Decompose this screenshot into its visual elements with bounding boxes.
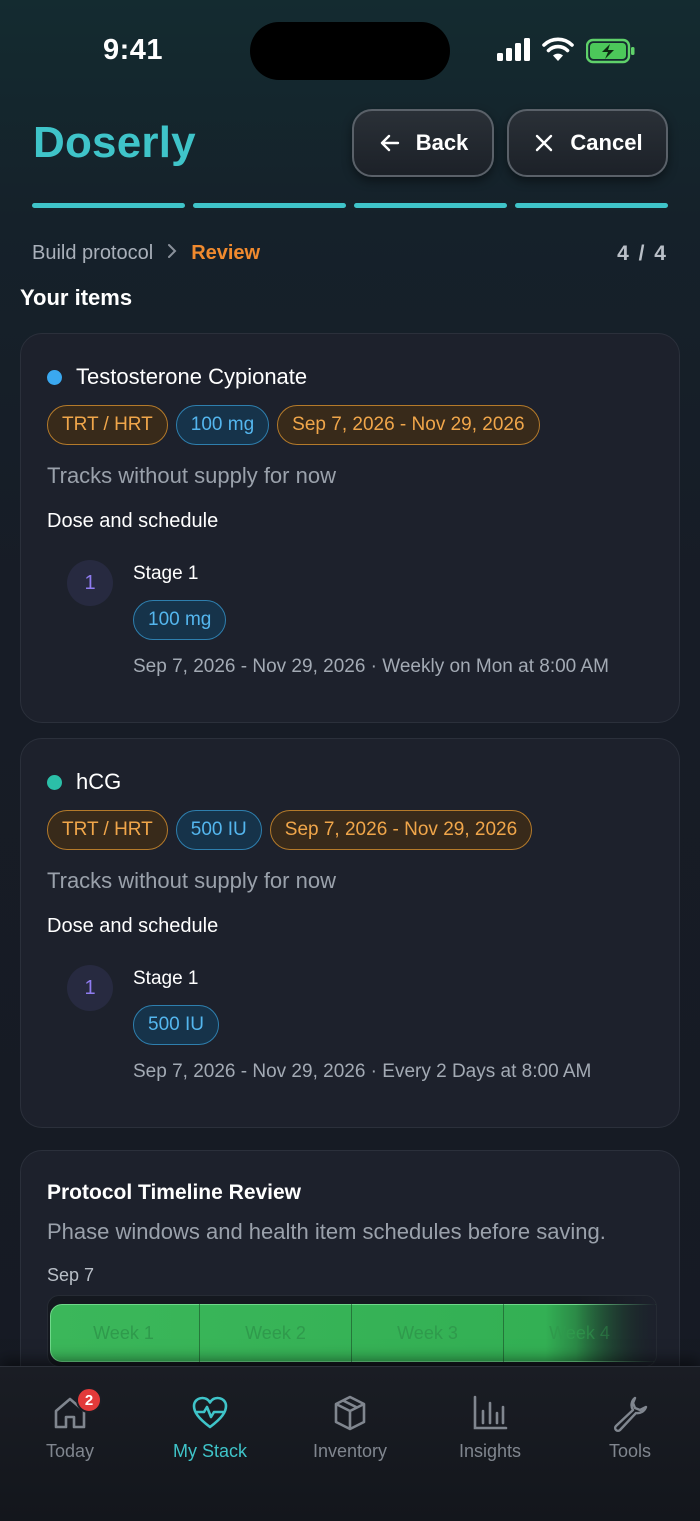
progress-segment (515, 203, 668, 208)
arrow-left-icon (380, 134, 399, 152)
back-button[interactable]: Back (352, 109, 494, 177)
nav-label: Inventory (312, 1441, 388, 1461)
item-color-dot (47, 774, 62, 790)
breadcrumb-build-protocol[interactable]: Build protocol (32, 242, 153, 265)
app-logo: Doserly (33, 118, 196, 167)
nav-today[interactable]: 2 Today (0, 1367, 140, 1487)
cancel-button[interactable]: Cancel (507, 109, 668, 177)
nav-insights[interactable]: Insights (420, 1367, 560, 1487)
wrench-icon (613, 1396, 648, 1433)
stage-number: 1 (67, 965, 113, 1011)
step-progress (32, 203, 668, 208)
supply-note: Tracks without supply for now (47, 463, 336, 488)
back-button-label: Back (415, 130, 469, 155)
stage-dose-chip: 100 mg (133, 600, 227, 640)
breadcrumb-review: Review (191, 242, 261, 264)
stage-number: 1 (67, 560, 113, 606)
progress-segment (32, 203, 185, 208)
date-range-chip: Sep 7, 2026 - Nov 29, 2026 (269, 810, 533, 850)
category-chip: TRT / HRT (47, 810, 168, 850)
timeline-track[interactable]: Week 1 Week 2 Week 3 Week 4 (47, 1295, 657, 1367)
item-name: hCG (76, 769, 122, 794)
close-icon (536, 134, 553, 152)
nav-tools[interactable]: Tools (560, 1367, 700, 1487)
progress-segment (193, 203, 346, 208)
item-chips: TRT / HRT 500 IU Sep 7, 2026 - Nov 29, 2… (47, 810, 533, 850)
item-card[interactable]: Testosterone Cypionate TRT / HRT 100 mg … (20, 333, 680, 723)
dose-schedule-title: Dose and schedule (47, 915, 219, 937)
timeline-subtitle: Phase windows and health item schedules … (47, 1219, 606, 1244)
item-header: Testosterone Cypionate (47, 364, 307, 390)
step-counter: 4 / 4 (617, 242, 668, 265)
nav-label: Today (45, 1441, 95, 1461)
dynamic-island (250, 22, 450, 80)
signal-icon (497, 38, 530, 61)
heart-pulse-icon (192, 1396, 228, 1429)
status-bar: 9:41 (0, 0, 700, 100)
stage-dose-chip: 500 IU (133, 1005, 219, 1045)
chevron-right-icon (167, 243, 177, 264)
bottom-nav: 2 Today My Stack Inventory Insights Tool… (0, 1366, 700, 1521)
item-card[interactable]: hCG TRT / HRT 500 IU Sep 7, 2026 - Nov 2… (20, 738, 680, 1128)
notification-badge: 2 (76, 1387, 102, 1413)
supply-note: Tracks without supply for now (47, 868, 336, 893)
stage-schedule-detail: Sep 7, 2026 - Nov 29, 2026 · Weekly on M… (133, 656, 609, 677)
nav-label: Tools (608, 1441, 652, 1461)
section-title-wrapper: Your items (20, 278, 320, 306)
item-chips: TRT / HRT 100 mg Sep 7, 2026 - Nov 29, 2… (47, 405, 540, 445)
cancel-button-label: Cancel (570, 130, 643, 155)
bar-chart-icon (473, 1395, 508, 1430)
timeline-fade (576, 1296, 656, 1366)
stage-schedule-detail: Sep 7, 2026 - Nov 29, 2026 · Every 2 Day… (133, 1061, 592, 1082)
nav-label: Insights (458, 1441, 522, 1461)
timeline-week: Week 1 (48, 1304, 200, 1362)
nav-label: My Stack (172, 1441, 247, 1461)
battery-icon (586, 38, 635, 64)
nav-inventory[interactable]: Inventory (280, 1367, 420, 1487)
box-icon (334, 1395, 366, 1431)
category-chip: TRT / HRT (47, 405, 168, 445)
status-time: 9:41 (103, 34, 164, 66)
item-color-dot (47, 369, 62, 385)
timeline-title: Protocol Timeline Review (47, 1181, 302, 1204)
date-range-chip: Sep 7, 2026 - Nov 29, 2026 (277, 405, 540, 445)
item-header: hCG (47, 769, 121, 795)
section-title: Your items (20, 285, 133, 306)
stage-label: Stage 1 (133, 563, 199, 584)
item-name: Testosterone Cypionate (76, 364, 308, 389)
wifi-icon (542, 37, 574, 61)
nav-my-stack[interactable]: My Stack (140, 1367, 280, 1487)
progress-segment (354, 203, 507, 208)
dose-chip: 100 mg (175, 405, 270, 445)
breadcrumb: Build protocol Review (32, 242, 260, 265)
timeline-start-date: Sep 7 (47, 1265, 95, 1285)
timeline-week: Week 3 (352, 1304, 504, 1362)
dose-chip: 500 IU (175, 810, 262, 850)
stage-label: Stage 1 (133, 968, 199, 989)
dose-schedule-title: Dose and schedule (47, 510, 219, 532)
timeline-week: Week 2 (200, 1304, 352, 1362)
